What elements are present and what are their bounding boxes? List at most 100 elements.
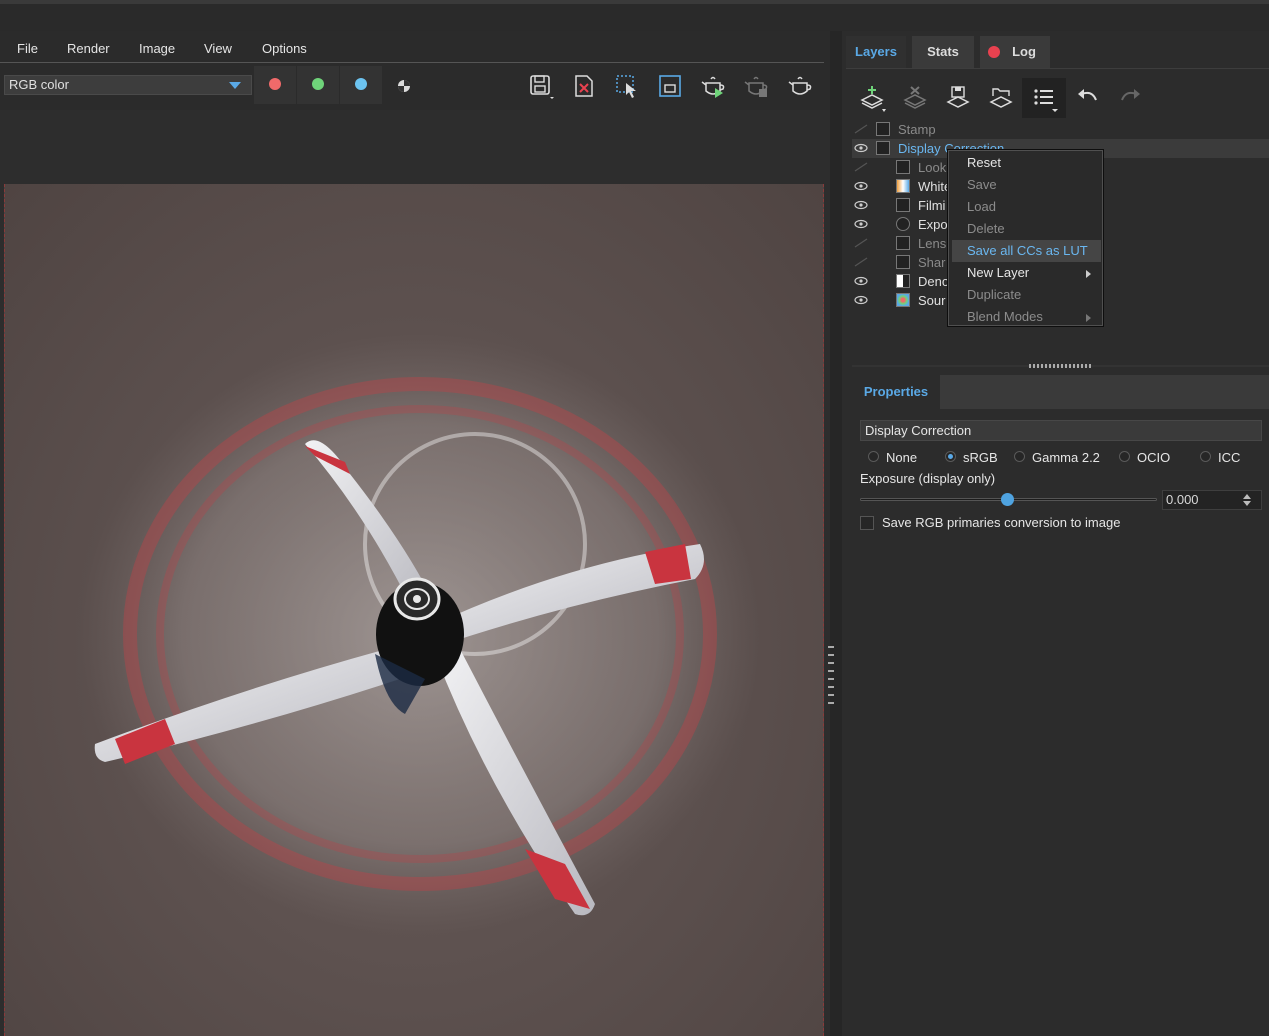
layer-label: Expo xyxy=(918,217,948,232)
red-channel-button[interactable] xyxy=(254,66,296,104)
delete-layer-icon[interactable] xyxy=(901,84,929,112)
green-dot-icon xyxy=(312,78,324,90)
tabs-divider xyxy=(846,68,1269,69)
red-dot-icon xyxy=(269,78,281,90)
menu-view[interactable]: View xyxy=(204,41,232,56)
save-layers-icon[interactable] xyxy=(944,84,972,112)
menu-item-label: Reset xyxy=(967,155,1001,170)
panel-horizontal-splitter[interactable] xyxy=(852,364,1269,368)
menu-item-new-layer[interactable]: New Layer xyxy=(952,262,1101,284)
eye-icon[interactable] xyxy=(854,295,868,305)
splitter-grip-icon xyxy=(828,702,834,704)
render-stop-icon[interactable] xyxy=(744,73,770,99)
sharpen-icon xyxy=(896,255,910,269)
viewer-toolbar: RGB color xyxy=(0,66,830,108)
splitter-grip-icon xyxy=(828,686,834,688)
layer-list-icon[interactable] xyxy=(1030,84,1058,112)
redo-icon[interactable] xyxy=(1116,84,1144,112)
radio-label: ICC xyxy=(1218,450,1241,465)
tab-stats[interactable]: Stats xyxy=(912,36,974,68)
radio-button[interactable] xyxy=(1014,451,1025,462)
layer-label: Deno xyxy=(918,274,950,289)
menu-item-reset[interactable]: Reset xyxy=(952,152,1101,174)
lens-icon xyxy=(896,236,910,250)
channel-select-value: RGB color xyxy=(9,77,69,92)
splitter-grip-icon xyxy=(828,694,834,696)
exposure-icon xyxy=(896,217,910,231)
render-viewport[interactable] xyxy=(4,184,824,1036)
add-layer-icon[interactable] xyxy=(858,84,886,112)
render-teapot-icon[interactable] xyxy=(788,73,814,99)
layer-label: Stamp xyxy=(898,122,936,137)
radio-label: None xyxy=(886,450,918,465)
close-image-icon[interactable] xyxy=(571,73,597,99)
menubar: File Render Image View Options xyxy=(0,36,830,62)
layer-context-menu: Reset Save Load Delete Save all CCs as L… xyxy=(947,149,1104,327)
splitter-grip-icon xyxy=(828,670,834,672)
layer-label: Filmi xyxy=(918,198,946,213)
tab-properties-label: Properties xyxy=(863,384,929,399)
splitter-grip-icon xyxy=(828,654,834,656)
radio-button[interactable] xyxy=(868,451,879,462)
menu-image[interactable]: Image xyxy=(139,41,175,56)
log-alert-icon xyxy=(988,46,1000,58)
radio-button[interactable] xyxy=(1200,451,1211,462)
hidden-eye-icon[interactable] xyxy=(854,162,868,172)
tab-properties[interactable]: Properties xyxy=(852,375,940,409)
stamp-layer-icon xyxy=(876,122,890,136)
radio-label: OCIO xyxy=(1137,450,1171,465)
menu-item-load[interactable]: Load xyxy=(952,196,1101,218)
radio-button[interactable] xyxy=(1119,451,1130,462)
hidden-eye-icon[interactable] xyxy=(854,238,868,248)
eye-icon[interactable] xyxy=(854,219,868,229)
radio-button[interactable] xyxy=(945,451,956,462)
blue-channel-button[interactable] xyxy=(340,66,382,104)
menu-render[interactable]: Render xyxy=(67,41,110,56)
white-balance-icon xyxy=(896,179,910,193)
spin-down-icon[interactable] xyxy=(1243,501,1251,506)
eye-icon[interactable] xyxy=(854,200,868,210)
menu-item-save[interactable]: Save xyxy=(952,174,1101,196)
menu-options[interactable]: Options xyxy=(262,41,307,56)
menu-item-label: Save all CCs as LUT xyxy=(967,243,1088,258)
channel-select[interactable]: RGB color xyxy=(4,75,252,95)
menu-item-label: Load xyxy=(967,199,996,214)
menu-file[interactable]: File xyxy=(17,41,38,56)
tab-stats-label: Stats xyxy=(927,44,959,59)
menu-item-save-all-ccs-as-lut[interactable]: Save all CCs as LUT xyxy=(952,240,1101,262)
save-image-icon[interactable] xyxy=(528,73,554,99)
spin-up-icon[interactable] xyxy=(1243,494,1251,499)
undo-icon[interactable] xyxy=(1074,84,1102,112)
source-icon xyxy=(896,293,910,307)
frame-fit-icon[interactable] xyxy=(657,73,683,99)
layer-row-stamp[interactable]: Stamp xyxy=(852,120,1269,139)
radio-label: Gamma 2.2 xyxy=(1032,450,1100,465)
eye-icon[interactable] xyxy=(854,143,868,153)
save-rgb-checkbox[interactable] xyxy=(860,516,874,530)
panel-splitter[interactable] xyxy=(830,31,842,1036)
radio-label: sRGB xyxy=(963,450,998,465)
menu-item-delete[interactable]: Delete xyxy=(952,218,1101,240)
eye-icon[interactable] xyxy=(854,276,868,286)
denoise-icon xyxy=(896,274,910,288)
submenu-arrow-icon xyxy=(1086,314,1091,322)
load-layers-icon[interactable] xyxy=(987,84,1015,112)
render-start-icon[interactable] xyxy=(701,73,727,99)
hidden-eye-icon[interactable] xyxy=(854,257,868,267)
menu-item-duplicate[interactable]: Duplicate xyxy=(952,284,1101,306)
filmic-icon xyxy=(896,198,910,212)
exposure-slider-handle[interactable] xyxy=(1001,493,1014,506)
blue-dot-icon xyxy=(355,78,367,90)
alpha-channel-icon[interactable] xyxy=(391,73,417,99)
menu-item-blend-modes[interactable]: Blend Modes xyxy=(952,306,1101,328)
layer-label: Sour xyxy=(918,293,946,308)
exposure-spinbox[interactable]: 0.000 xyxy=(1162,490,1262,510)
hidden-eye-icon[interactable] xyxy=(854,124,868,134)
tab-layers[interactable]: Layers xyxy=(846,36,906,68)
green-channel-button[interactable] xyxy=(297,66,339,104)
tab-log[interactable]: Log xyxy=(980,36,1050,68)
submenu-arrow-icon xyxy=(1086,270,1091,278)
region-select-icon[interactable] xyxy=(614,73,640,99)
eye-icon[interactable] xyxy=(854,181,868,191)
propeller-render-image xyxy=(80,334,760,934)
